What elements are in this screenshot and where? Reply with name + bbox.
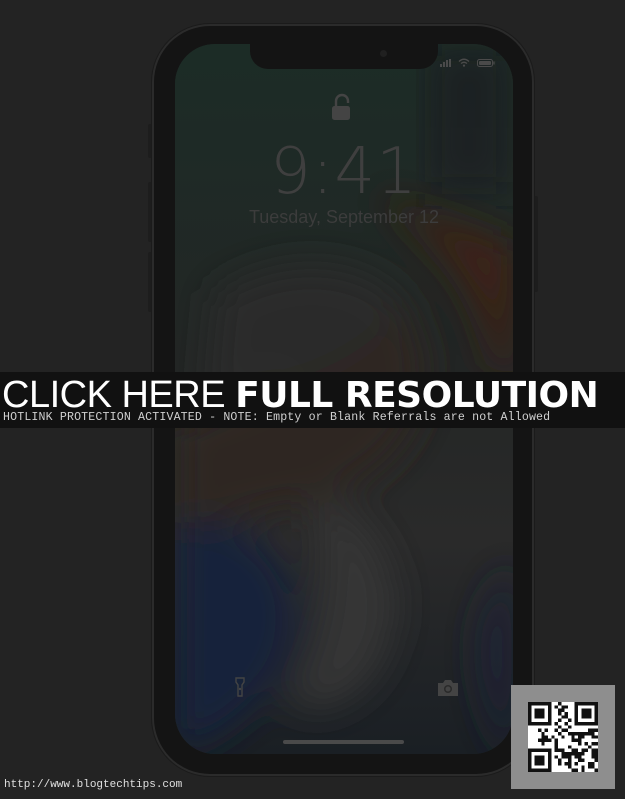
footer-url[interactable]: http://www.blogtechtips.com (4, 779, 182, 791)
home-indicator[interactable] (283, 740, 404, 744)
front-camera (380, 50, 387, 57)
hotlink-notice: HOTLINK PROTECTION ACTIVATED - NOTE: Emp… (3, 411, 551, 424)
qr-code-icon (528, 702, 598, 772)
battery-icon (477, 58, 495, 67)
status-bar (440, 58, 495, 67)
banner-title-light[interactable]: CLICK HERE (2, 374, 235, 416)
flashlight-icon[interactable] (227, 674, 253, 700)
full-resolution-banner[interactable]: CLICK HERE FULL RESOLUTION HOTLINK PROTE… (0, 372, 625, 428)
cellular-signal-icon (440, 58, 451, 67)
wifi-icon (458, 58, 470, 67)
lock-screen-time: 9:41 (270, 135, 418, 209)
camera-icon[interactable] (435, 677, 461, 699)
notch (250, 44, 438, 69)
lock-screen-date: Tuesday, September 12 (248, 207, 440, 227)
banner-title-bold[interactable]: FULL RESOLUTION (235, 375, 599, 416)
qr-watermark (511, 685, 615, 789)
unlocked-padlock-icon (332, 93, 350, 120)
page: 9:41 Tuesday, September 12 CLICK HERE FU… (0, 0, 625, 799)
